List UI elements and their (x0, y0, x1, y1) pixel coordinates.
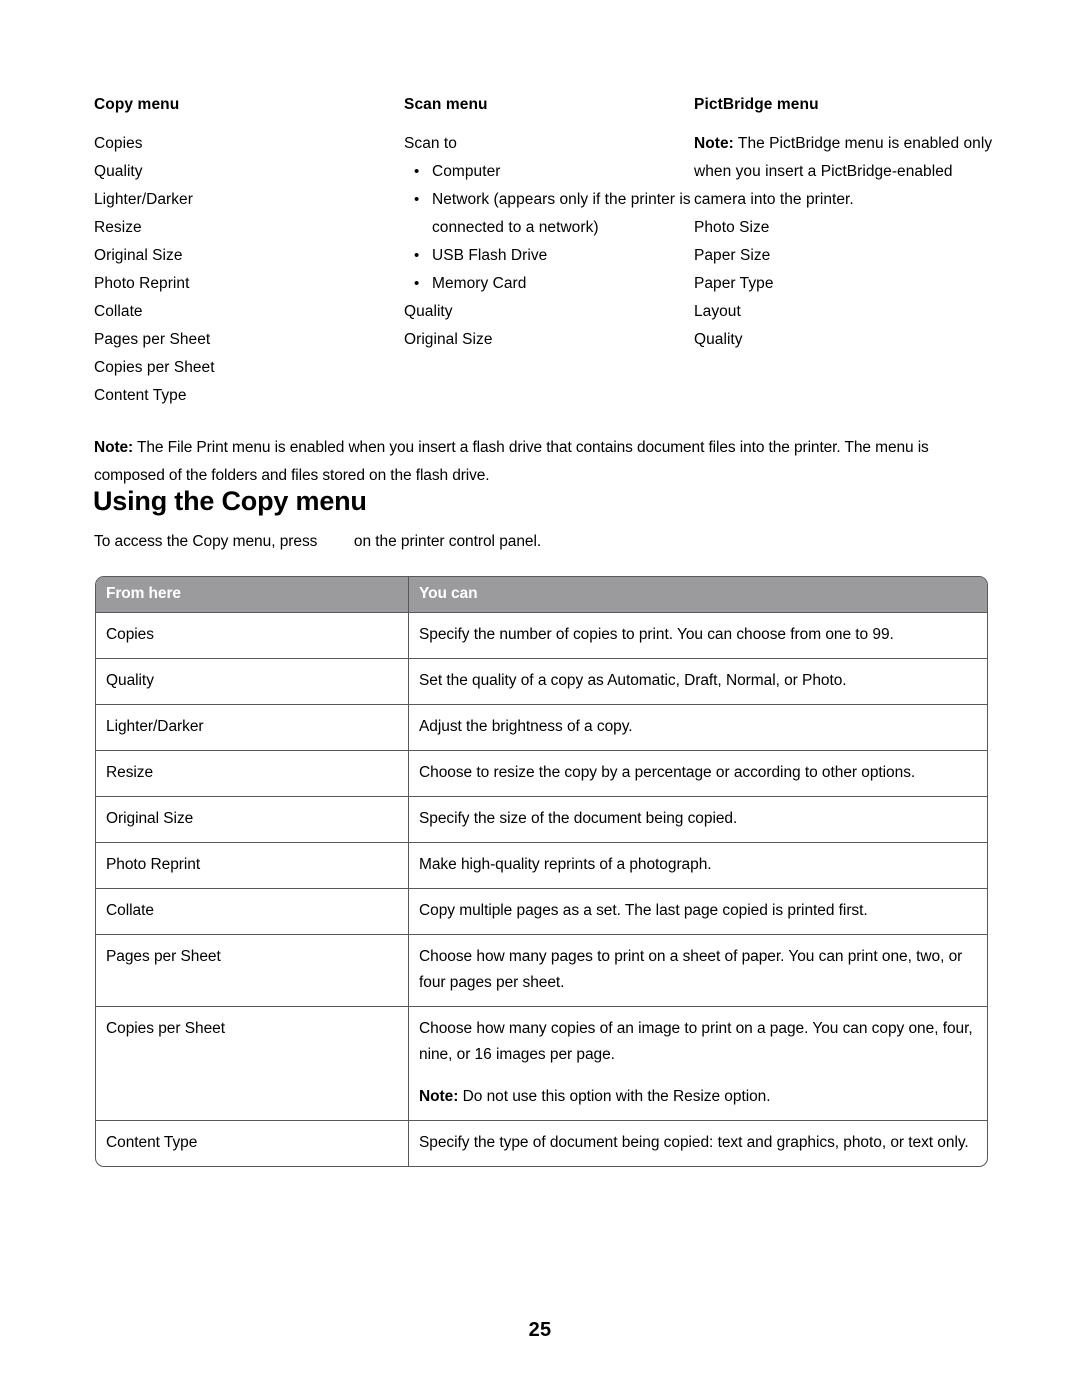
table-cell-from-here: Resize (96, 751, 409, 797)
table-row: Quality Set the quality of a copy as Aut… (96, 659, 987, 705)
copy-menu-item: Pages per Sheet (94, 331, 211, 349)
table-row: Collate Copy multiple pages as a set. Th… (96, 889, 987, 935)
scan-menu-item: Quality (404, 303, 453, 321)
column-header-from-here: From here (96, 577, 409, 613)
scan-menu-column: Scan menu Scan to Computer Network (appe… (404, 95, 694, 354)
copy-menu-column: Copy menu Copies Quality Lighter/Darker … (94, 95, 404, 410)
scan-menu-lead: Scan to (404, 135, 457, 153)
table-cell-note: Note: Do not use this option with the Re… (419, 1084, 975, 1110)
table-cell-from-here: Pages per Sheet (96, 935, 409, 1007)
table-cell-from-here: Copies per Sheet (96, 1007, 409, 1121)
table-row: Original Size Specify the size of the do… (96, 797, 987, 843)
copy-menu-item: Collate (94, 303, 143, 321)
pictbridge-menu-item: Layout (694, 303, 741, 321)
pictbridge-menu-item: Photo Size (694, 219, 770, 237)
intro-text-after: on the printer control panel. (349, 533, 542, 550)
table-cell-from-here: Quality (96, 659, 409, 705)
table-cell-from-here: Content Type (96, 1121, 409, 1166)
table-cell-you-can: Choose how many copies of an image to pr… (409, 1007, 987, 1121)
table-cell-from-here: Original Size (96, 797, 409, 843)
table-cell-you-can: Specify the type of document being copie… (419, 1134, 969, 1151)
copy-menu-item: Quality (94, 163, 143, 181)
copy-menu-item: Lighter/Darker (94, 191, 193, 209)
table-header: From here You can (96, 577, 987, 613)
pictbridge-menu-column: PictBridge menu Note: The PictBridge men… (694, 95, 994, 354)
table-row: Pages per Sheet Choose how many pages to… (96, 935, 987, 1007)
pictbridge-menu-item: Paper Type (694, 275, 774, 293)
copy-menu-title: Copy menu (94, 96, 180, 113)
table-cell-from-here: Photo Reprint (96, 843, 409, 889)
menu-columns-section: Copy menu Copies Quality Lighter/Darker … (94, 95, 994, 410)
table-cell-you-can: Choose to resize the copy by a percentag… (409, 751, 987, 797)
scan-to-bullet-item: USB Flash Drive (404, 242, 694, 270)
table-cell-from-here: Collate (96, 889, 409, 935)
copy-menu-item: Original Size (94, 247, 183, 265)
table-cell-you-can: Specify the number of copies to print. Y… (409, 613, 987, 659)
copy-stack-icon (324, 533, 345, 601)
table-header-row: From here You can (96, 577, 987, 613)
table-cell-paragraph: Choose how many copies of an image to pr… (419, 1020, 973, 1063)
table-cell-you-can: Specify the size of the document being c… (409, 797, 987, 843)
file-print-note-label: Note: (94, 438, 134, 456)
intro-text-before: To access the Copy menu, press (94, 533, 322, 550)
table-cell-note-text: Do not use this option with the Resize o… (458, 1088, 771, 1105)
scan-to-bullet-item: Network (appears only if the printer is … (404, 186, 694, 242)
copy-menu-item: Resize (94, 219, 142, 237)
copy-menu-item: Copies per Sheet (94, 359, 215, 377)
copy-menu-item: Photo Reprint (94, 275, 190, 293)
table-row: Lighter/Darker Adjust the brightness of … (96, 705, 987, 751)
table-cell-you-can: Make high-quality reprints of a photogra… (409, 843, 987, 889)
table-row: Photo Reprint Make high-quality reprints… (96, 843, 987, 889)
intro-instruction-line: To access the Copy menu, press on the pr… (94, 529, 542, 601)
table-row: Resize Choose to resize the copy by a pe… (96, 751, 987, 797)
pictbridge-note-label: Note: (694, 135, 734, 153)
table-cell-from-here: Copies (96, 613, 409, 659)
scan-to-bullet-list: Computer Network (appears only if the pr… (404, 158, 694, 298)
table-cell-from-here: Lighter/Darker (96, 705, 409, 751)
scan-menu-item: Original Size (404, 331, 493, 349)
pictbridge-note: Note: The PictBridge menu is enabled onl… (694, 130, 994, 214)
table-row: Content Type Specify the type of documen… (96, 1121, 987, 1166)
table-cell-you-can: Copy multiple pages as a set. The last p… (409, 889, 987, 935)
pictbridge-menu-item: Quality (694, 331, 743, 349)
file-print-note-text: The File Print menu is enabled when you … (94, 438, 929, 484)
pictbridge-note-text: The PictBridge menu is enabled only when… (694, 135, 993, 209)
scan-to-bullet-item: Computer (404, 158, 694, 186)
table-body: Copies Specify the number of copies to p… (96, 613, 987, 1166)
document-page: Copy menu Copies Quality Lighter/Darker … (0, 0, 1080, 1397)
table-cell-you-can: Choose how many pages to print on a shee… (409, 935, 987, 1007)
scan-to-bullet-item: Memory Card (404, 270, 694, 298)
table-cell-you-can: Set the quality of a copy as Automatic, … (409, 659, 987, 705)
pictbridge-menu-item: Paper Size (694, 247, 771, 265)
copy-menu-item: Copies (94, 135, 143, 153)
copy-menu-table: From here You can Copies Specify the num… (95, 576, 988, 1167)
table-row: Copies Specify the number of copies to p… (96, 613, 987, 659)
page-number: 25 (528, 1319, 552, 1341)
table-row: Copies per Sheet Choose how many copies … (96, 1007, 987, 1121)
pictbridge-menu-title: PictBridge menu (694, 96, 819, 113)
column-header-you-can: You can (409, 577, 987, 613)
table-cell-you-can: Adjust the brightness of a copy. (409, 705, 987, 751)
table-cell-note-label: Note: (419, 1088, 459, 1105)
file-print-note-paragraph: Note: The File Print menu is enabled whe… (94, 434, 990, 490)
copy-menu-item: Content Type (94, 387, 187, 405)
page-title: Using the Copy menu (93, 486, 367, 516)
scan-menu-title: Scan menu (404, 96, 488, 113)
